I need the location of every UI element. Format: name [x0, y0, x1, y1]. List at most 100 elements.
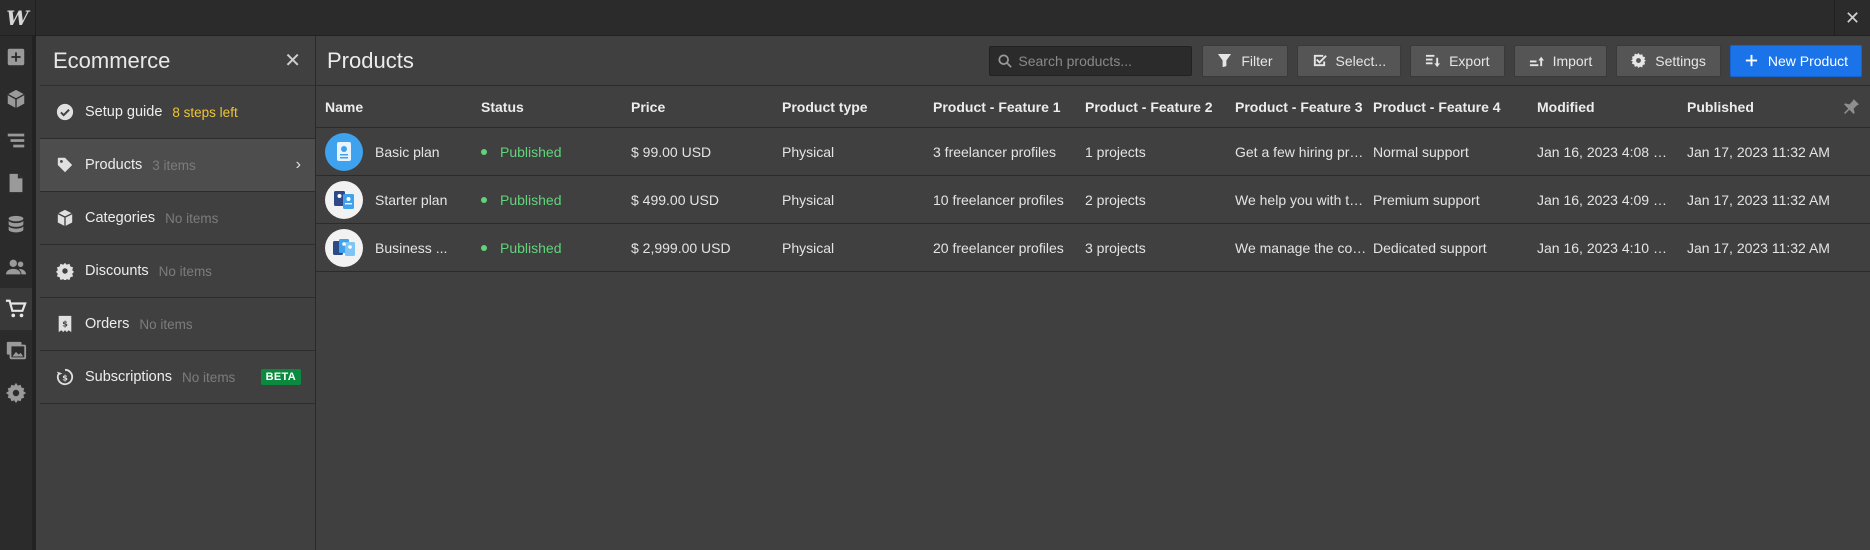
table-row[interactable]: Business ... Published $ 2,999.00 USD Ph… — [316, 224, 1870, 272]
column-header-modified[interactable]: Modified — [1524, 99, 1675, 115]
product-feature-2: 2 projects — [1085, 191, 1146, 208]
import-button[interactable]: Import — [1513, 44, 1608, 77]
products-toolbar: Products Filter Select... Export Import … — [316, 36, 1870, 86]
plus-icon — [1745, 54, 1757, 67]
product-feature-2: 1 projects — [1085, 143, 1146, 160]
settings-button[interactable]: Settings — [1616, 44, 1721, 77]
beta-badge: BETA — [260, 369, 301, 385]
nav-item-label: Setup guide — [85, 104, 163, 120]
ecommerce-panel: Ecommerce ✕ Setup guide 8 steps left Pro… — [40, 36, 316, 550]
nav-item-setup-guide[interactable]: Setup guide 8 steps left — [40, 86, 315, 139]
nav-item-discounts[interactable]: Discounts No items — [40, 245, 315, 298]
svg-text:$: $ — [62, 319, 68, 329]
product-thumbnail-business — [325, 228, 363, 267]
item-count: No items — [182, 369, 236, 385]
nav-item-categories[interactable]: Categories No items — [40, 192, 315, 245]
search-input[interactable] — [1018, 52, 1179, 69]
nav-item-products[interactable]: Products 3 items › — [40, 139, 315, 192]
column-header-product-type[interactable]: Product type — [769, 99, 920, 115]
nav-item-label: Subscriptions — [85, 369, 173, 385]
top-bar: W ✕ — [0, 0, 1870, 36]
product-name: Business ... — [375, 239, 448, 256]
product-price: $ 2,999.00 USD — [631, 239, 731, 256]
new-product-button[interactable]: New Product — [1729, 44, 1862, 77]
filter-button[interactable]: Filter — [1202, 44, 1288, 77]
users-icon[interactable] — [0, 246, 32, 288]
product-feature-1: 3 freelancer profiles — [933, 143, 1056, 160]
column-header-feature-1[interactable]: Product - Feature 1 — [920, 99, 1071, 115]
ecommerce-cart-icon[interactable] — [0, 288, 32, 330]
steps-left-count: 8 steps left — [172, 104, 238, 120]
product-feature-2: 3 projects — [1085, 239, 1146, 256]
cube-icon — [55, 208, 75, 228]
gear-icon — [1631, 53, 1647, 68]
status-dot — [481, 244, 487, 251]
assets-icon[interactable] — [0, 330, 32, 372]
product-name: Starter plan — [375, 191, 448, 208]
checkbox-icon — [1313, 54, 1327, 67]
badge-gear-icon — [55, 261, 75, 281]
status-dot — [481, 148, 487, 155]
item-count: No items — [139, 316, 193, 332]
product-price: $ 99.00 USD — [631, 143, 712, 160]
select-button[interactable]: Select... — [1296, 44, 1402, 77]
product-feature-4: Premium support — [1373, 191, 1480, 208]
product-type: Physical — [782, 239, 835, 256]
panel-title: Ecommerce — [53, 47, 171, 73]
left-toolbar — [0, 36, 36, 550]
modified-date: Jan 16, 2023 4:09 PM — [1537, 191, 1674, 208]
pin-icon[interactable] — [1843, 98, 1860, 118]
column-header-published[interactable]: Published — [1675, 99, 1835, 115]
status-badge: Published — [481, 192, 614, 208]
subscription-icon: $ — [55, 367, 75, 387]
pages-icon[interactable] — [0, 162, 32, 204]
product-thumbnail-basic — [325, 132, 363, 171]
column-header-name[interactable]: Name — [316, 99, 467, 115]
nav-item-orders[interactable]: $ Orders No items — [40, 298, 315, 351]
published-date: Jan 17, 2023 11:32 AM — [1687, 191, 1830, 208]
product-type: Physical — [782, 191, 835, 208]
column-header-status[interactable]: Status — [467, 99, 618, 115]
close-panel-icon[interactable]: ✕ — [284, 48, 301, 73]
product-thumbnail-starter — [325, 180, 363, 219]
modified-date: Jan 16, 2023 4:10 PM — [1537, 239, 1674, 256]
import-icon — [1529, 56, 1544, 67]
item-count: 3 items — [152, 157, 196, 173]
product-feature-4: Dedicated support — [1373, 239, 1487, 256]
settings-gear-icon[interactable] — [0, 372, 32, 414]
product-feature-1: 10 freelancer profiles — [933, 191, 1064, 208]
nav-item-subscriptions[interactable]: $ Subscriptions No items BETA — [40, 351, 315, 404]
export-icon — [1426, 54, 1441, 68]
nav-item-label: Products — [85, 157, 143, 173]
item-count: No items — [158, 263, 212, 279]
export-button[interactable]: Export — [1410, 44, 1505, 77]
column-header-feature-2[interactable]: Product - Feature 2 — [1071, 99, 1222, 115]
webflow-logo[interactable]: W — [0, 0, 36, 36]
navigator-icon[interactable] — [0, 120, 32, 162]
column-header-price[interactable]: Price — [618, 99, 769, 115]
published-date: Jan 17, 2023 11:32 AM — [1687, 143, 1830, 160]
table-header: Name Status Price Product type Product -… — [316, 86, 1870, 128]
product-price: $ 499.00 USD — [631, 191, 719, 208]
close-icon[interactable]: ✕ — [1834, 0, 1870, 36]
check-circle-icon — [55, 102, 75, 122]
published-date: Jan 17, 2023 11:32 AM — [1687, 239, 1830, 256]
column-header-feature-4[interactable]: Product - Feature 4 — [1373, 99, 1524, 115]
product-feature-4: Normal support — [1373, 143, 1469, 160]
products-main: Products Filter Select... Export Import … — [316, 36, 1870, 550]
filter-icon — [1218, 53, 1232, 68]
table-row[interactable]: Starter plan Published $ 499.00 USD Phys… — [316, 176, 1870, 224]
cms-icon[interactable] — [0, 204, 32, 246]
table-row[interactable]: Basic plan Published $ 99.00 USD Physica… — [316, 128, 1870, 176]
symbols-icon[interactable] — [0, 78, 32, 120]
chevron-right-icon: › — [295, 156, 301, 173]
status-badge: Published — [481, 144, 614, 160]
nav-item-label: Orders — [85, 316, 130, 332]
column-header-feature-3[interactable]: Product - Feature 3 — [1222, 99, 1373, 115]
add-elements-icon[interactable] — [0, 36, 32, 78]
search-icon — [998, 53, 1013, 68]
product-feature-3: We manage the compl... — [1235, 239, 1373, 256]
status-dot — [481, 196, 487, 203]
search-box — [989, 45, 1193, 76]
svg-text:$: $ — [62, 373, 68, 383]
